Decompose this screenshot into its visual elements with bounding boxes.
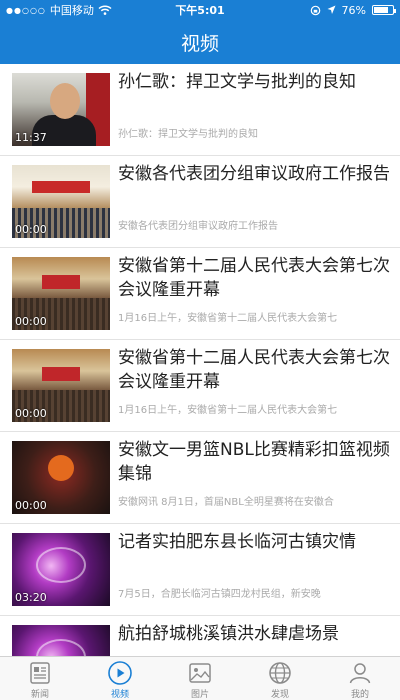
- tab-label: 图片: [190, 690, 209, 700]
- video-list-item[interactable]: 00:00 安徽文一男篮NBL比赛精彩扣篮视频集锦 安徽网讯 8月1日，首届NB…: [0, 432, 400, 524]
- video-description: 孙仁歌：捍卫文学与批判的良知: [118, 129, 258, 140]
- video-list-item[interactable]: 00:00 安徽省第十二届人民代表大会第七次会议隆重开幕 1月16日上午，安徽省…: [0, 340, 400, 432]
- tab-discover[interactable]: 发现: [240, 657, 320, 700]
- tab-label: 我的: [350, 690, 369, 700]
- video-thumbnail[interactable]: 11:37: [12, 73, 110, 146]
- video-duration: 00:00: [15, 407, 47, 420]
- video-title[interactable]: 安徽文一男篮NBL比赛精彩扣篮视频集锦: [118, 438, 390, 488]
- video-description: 安徽各代表团分组审议政府工作报告: [118, 221, 278, 232]
- video-description: 7月5日，合肥长临河古镇四龙村民组，新安晚: [118, 589, 321, 600]
- video-title[interactable]: 安徽各代表团分组审议政府工作报告: [118, 162, 390, 212]
- video-title[interactable]: 安徽省第十二届人民代表大会第七次会议隆重开幕: [118, 254, 390, 304]
- video-duration: 00:00: [15, 315, 47, 328]
- tab-news[interactable]: 新闻: [0, 657, 80, 700]
- picture-icon: [189, 663, 211, 683]
- clock: 下午5:01: [175, 4, 225, 17]
- video-thumbnail[interactable]: [12, 625, 110, 656]
- video-list[interactable]: 11:37 孙仁歌：捍卫文学与批判的良知 孙仁歌：捍卫文学与批判的良知 00:0…: [0, 64, 400, 656]
- video-title[interactable]: 航拍舒城桃溪镇洪水肆虐场景: [118, 622, 390, 656]
- video-list-item[interactable]: 11:37 孙仁歌：捍卫文学与批判的良知 孙仁歌：捍卫文学与批判的良知: [0, 64, 400, 156]
- thumbnail-glow: [36, 547, 86, 583]
- video-title[interactable]: 记者实拍肥东县长临河古镇灾情: [118, 530, 390, 580]
- signal-strength-icon: ●●○○○: [6, 5, 46, 15]
- basketball-icon: [48, 455, 74, 481]
- video-thumbnail[interactable]: 00:00: [12, 257, 110, 330]
- newspaper-icon: [30, 662, 50, 684]
- page-header: 视频: [0, 20, 400, 64]
- video-description: 1月16日上午，安徽省第十二届人民代表大会第七: [118, 313, 338, 324]
- status-bar-left: ●●○○○ 中国移动: [6, 2, 156, 18]
- thumbnail-stage: [42, 275, 80, 289]
- thumbnail-stage: [42, 367, 80, 381]
- video-info[interactable]: 航拍舒城桃溪镇洪水肆虐场景: [118, 622, 390, 656]
- tab-video[interactable]: 视频: [80, 657, 160, 700]
- video-info[interactable]: 安徽省第十二届人民代表大会第七次会议隆重开幕 1月16日上午，安徽省第十二届人民…: [118, 346, 390, 425]
- video-duration: 03:20: [15, 591, 47, 604]
- video-thumbnail[interactable]: 00:00: [12, 441, 110, 514]
- battery-percent: 76%: [341, 3, 366, 17]
- status-bar-right: 76%: [244, 3, 396, 17]
- video-list-item[interactable]: 00:00 安徽各代表团分组审议政府工作报告 安徽各代表团分组审议政府工作报告: [0, 156, 400, 248]
- video-title[interactable]: 安徽省第十二届人民代表大会第七次会议隆重开幕: [118, 346, 390, 396]
- thumbnail-stage: [32, 181, 90, 193]
- video-info[interactable]: 记者实拍肥东县长临河古镇灾情 7月5日，合肥长临河古镇四龙村民组，新安晚: [118, 530, 390, 609]
- video-thumbnail[interactable]: 00:00: [12, 349, 110, 422]
- tab-pictures[interactable]: 图片: [160, 657, 240, 700]
- video-info[interactable]: 孙仁歌：捍卫文学与批判的良知 孙仁歌：捍卫文学与批判的良知: [118, 70, 390, 149]
- carrier-name: 中国移动: [49, 4, 94, 17]
- battery-icon: [372, 5, 396, 15]
- video-info[interactable]: 安徽省第十二届人民代表大会第七次会议隆重开幕 1月16日上午，安徽省第十二届人民…: [118, 254, 390, 333]
- orientation-lock-icon: [310, 5, 320, 15]
- video-info[interactable]: 安徽各代表团分组审议政府工作报告 安徽各代表团分组审议政府工作报告: [118, 162, 390, 241]
- video-description: 安徽网讯 8月1日，首届NBL全明星赛将在安徽合: [118, 497, 334, 508]
- tab-label: 发现: [270, 690, 289, 700]
- tab-label: 视频: [110, 690, 129, 700]
- tab-profile[interactable]: 我的: [320, 657, 400, 700]
- location-arrow-icon: [327, 5, 336, 14]
- video-duration: 00:00: [15, 499, 47, 512]
- status-bar: ●●○○○ 中国移动 下午5:01 76%: [0, 0, 400, 20]
- video-info[interactable]: 安徽文一男篮NBL比赛精彩扣篮视频集锦 安徽网讯 8月1日，首届NBL全明星赛将…: [118, 438, 390, 517]
- user-icon: [349, 663, 371, 684]
- video-list-item[interactable]: 00:00 安徽省第十二届人民代表大会第七次会议隆重开幕 1月16日上午，安徽省…: [0, 248, 400, 340]
- page-title: 视频: [180, 32, 219, 55]
- bottom-tab-bar: 新闻 视频 图片 发现 我的: [0, 656, 400, 700]
- tab-label: 新闻: [30, 690, 49, 700]
- thumbnail-figure-head: [50, 83, 80, 119]
- thumbnail-glow: [36, 639, 86, 656]
- video-list-item[interactable]: 航拍舒城桃溪镇洪水肆虐场景: [0, 616, 400, 656]
- video-thumbnail[interactable]: 00:00: [12, 165, 110, 238]
- video-duration: 00:00: [15, 223, 47, 236]
- battery-level-fill: [374, 7, 388, 13]
- wifi-icon: [98, 5, 112, 15]
- video-description: 1月16日上午，安徽省第十二届人民代表大会第七: [118, 405, 338, 416]
- video-list-item[interactable]: 03:20 记者实拍肥东县长临河古镇灾情 7月5日，合肥长临河古镇四龙村民组，新…: [0, 524, 400, 616]
- video-title[interactable]: 孙仁歌：捍卫文学与批判的良知: [118, 70, 390, 120]
- video-thumbnail[interactable]: 03:20: [12, 533, 110, 606]
- globe-icon: [269, 662, 291, 684]
- video-duration: 11:37: [15, 131, 47, 144]
- play-circle-icon: [108, 661, 132, 685]
